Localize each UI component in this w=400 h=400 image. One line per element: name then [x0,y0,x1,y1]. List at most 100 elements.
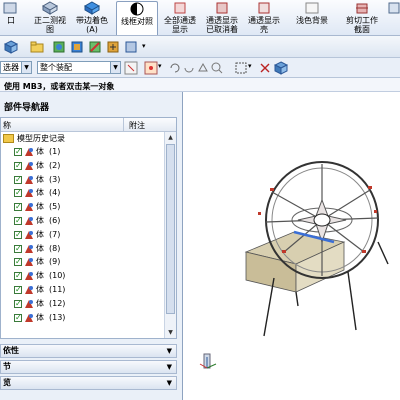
scroll-up-icon[interactable]: ▲ [166,133,175,142]
cube-icon[interactable] [4,40,18,54]
chevron-down-icon[interactable]: ▼ [167,345,172,357]
body-type-label: 体 [36,284,44,294]
visibility-checkbox[interactable] [14,200,22,213]
body-icon [24,244,34,254]
ribbon-label: 图 [46,25,54,34]
assembly-icon[interactable] [52,40,66,54]
constraint-icon[interactable] [88,40,102,54]
toolbar-dropdown-icon[interactable]: ▾ [142,42,146,50]
ribbon-shaded-edges-button[interactable]: 带边着色 (A) [72,1,112,35]
snap-icon[interactable] [124,61,138,75]
tree-row-body[interactable]: 体 (7) [1,228,176,242]
ribbon-label: 浅色背景 [296,16,328,25]
chevron-down-icon[interactable]: ▾ [158,62,162,70]
body-type-label: 体 [36,257,44,267]
ribbon-label: 口 [7,16,15,25]
deselect-icon[interactable] [258,61,272,75]
visibility-checkbox[interactable] [14,255,22,268]
cube-icon[interactable] [274,61,288,75]
zoom-icon[interactable] [210,61,224,75]
body-type-label: 体 [36,188,44,198]
visibility-checkbox[interactable] [14,186,22,199]
tree-row-body[interactable]: 体 (12) [1,297,176,311]
tree-row-body[interactable]: 体 (1) [1,145,176,159]
chevron-down-icon[interactable]: ▼ [167,361,172,373]
visibility-checkbox[interactable] [14,159,22,172]
history-node[interactable]: 模型历史记录 [1,132,176,145]
visibility-checkbox[interactable] [14,145,22,158]
ribbon-light-background-button[interactable]: 浅色背景 [292,1,332,35]
tree-row-body[interactable]: 体 (5) [1,200,176,214]
ribbon-window-button[interactable]: 口 [0,1,22,35]
transparency-icon [216,2,228,14]
ribbon-overflow-button[interactable] [386,1,400,35]
move-component-icon[interactable] [106,40,120,54]
preview-section[interactable]: 览 ▼ [0,376,177,390]
vertical-scrollbar[interactable]: ▲ ▼ [164,132,176,338]
shaded-with-edges-icon [84,1,100,15]
point-snap-icon[interactable] [144,61,158,75]
rotate-icon[interactable] [182,61,196,75]
triad-icon [199,353,217,369]
chevron-down-icon[interactable]: ▼ [21,62,31,73]
component-icon[interactable] [70,40,84,54]
ribbon-all-transparent-button[interactable]: 全部通透 显示 [160,1,200,35]
body-number-label: (12) [49,298,66,308]
tree-row-body[interactable]: 体 (3) [1,173,176,187]
wireframe-model[interactable] [184,92,400,400]
visibility-checkbox[interactable] [14,283,22,296]
pan-icon[interactable] [196,61,210,75]
navigator-tree[interactable]: 称 附注 模型历史记录 体 (1) 体 (2) 体 (3) 体 (4) 体 (5) 体 (6) 体 (7)… [0,117,177,339]
dependencies-section[interactable]: 依性 ▼ [0,344,177,358]
visibility-checkbox[interactable] [14,173,22,186]
reference-set-icon[interactable] [124,40,138,54]
ribbon-label: 已取消着 [206,25,238,34]
tree-row-body[interactable]: 体 (13) [1,311,176,325]
visibility-checkbox[interactable] [14,228,22,241]
ribbon-wireframe-button[interactable]: 线框对照 [116,1,158,35]
tree-row-body[interactable]: 体 (10) [1,269,176,283]
tree-row-body[interactable]: 体 (11) [1,283,176,297]
scroll-thumb[interactable] [166,144,175,314]
ribbon-label: (A) [86,25,98,34]
selection-bar: 选器 ▼ 整个装配 ▼ ▾ ▾ [0,58,400,78]
chevron-down-icon[interactable]: ▼ [167,377,172,389]
body-number-label: (1) [49,147,61,156]
tree-row-body[interactable]: 体 (9) [1,255,176,269]
selection-scope-combo[interactable]: 整个装配 ▼ [37,61,121,74]
body-number-label: (3) [49,174,61,184]
folder-icon[interactable] [30,40,44,54]
ribbon-label: 通透显示 [206,16,238,25]
tree-row-body[interactable]: 体 (8) [1,242,176,256]
details-section[interactable]: 节 ▼ [0,360,177,374]
selection-scope-value: 整个装配 [40,63,72,72]
visibility-checkbox[interactable] [14,242,22,255]
visibility-checkbox[interactable] [14,269,22,282]
ribbon-transparent-unshaded-button[interactable]: 通透显示 已取消着 [202,1,242,35]
type-filter-combo[interactable]: 选器 ▼ [0,61,32,74]
visibility-checkbox[interactable] [14,214,22,227]
tree-row-body[interactable]: 体 (4) [1,186,176,200]
folder-icon [3,134,14,143]
ribbon-label: 带边着色 [76,16,108,25]
tree-row-body[interactable]: 体 (6) [1,214,176,228]
column-header-name[interactable]: 称 [3,120,11,131]
ribbon-label: 剪切工作 [346,16,378,25]
column-header-note[interactable]: 附注 [129,120,145,131]
chevron-down-icon[interactable]: ▾ [248,62,252,70]
scroll-down-icon[interactable]: ▼ [166,328,175,337]
visibility-checkbox[interactable] [14,297,22,310]
body-icon [24,299,34,309]
ribbon-trimetric-button[interactable]: 正二测视 图 [30,1,70,35]
box-select-icon[interactable] [234,61,248,75]
column-separator[interactable] [123,118,124,132]
graphics-window[interactable] [184,92,400,400]
ribbon-clip-section-button[interactable]: 剪切工作 截面 [342,1,382,35]
ribbon-transparent-shell-button[interactable]: 通透显示 壳 [244,1,284,35]
undo-arrow-icon[interactable] [168,61,182,75]
visibility-checkbox[interactable] [14,311,22,324]
tree-row-body[interactable]: 体 (2) [1,159,176,173]
body-type-label: 体 [36,243,44,253]
body-number-label: (9) [49,257,61,267]
chevron-down-icon[interactable]: ▼ [110,62,120,73]
